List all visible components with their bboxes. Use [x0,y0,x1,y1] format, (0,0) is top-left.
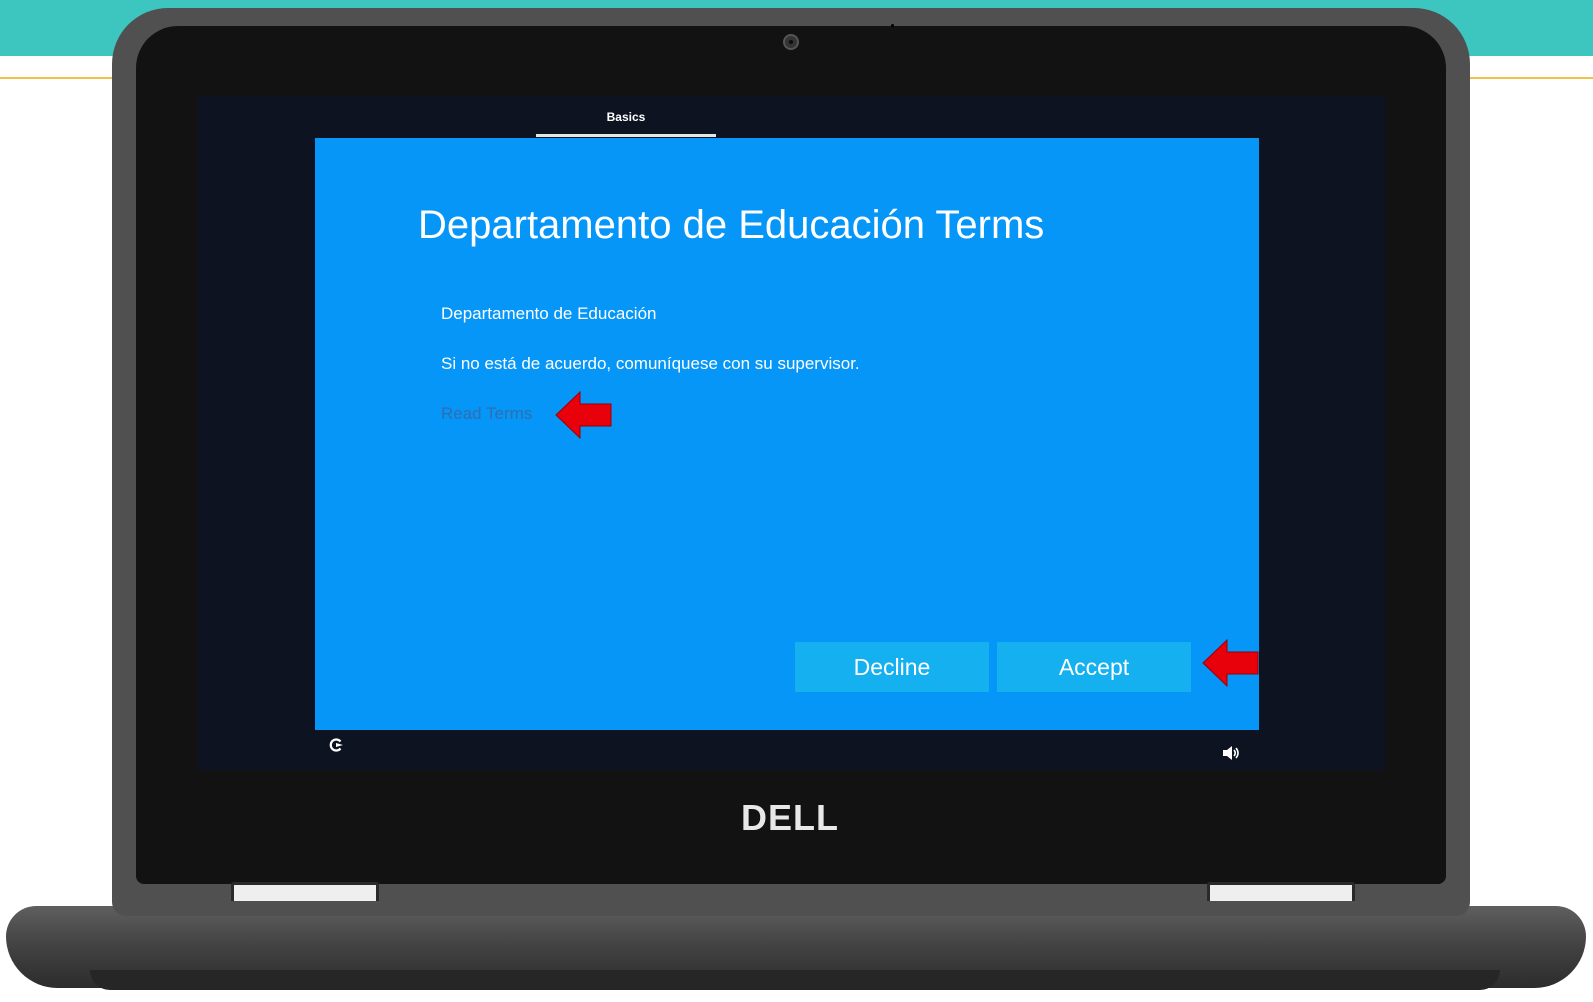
supervisor-notice: Si no está de acuerdo, comuníquese con s… [441,354,860,373]
accessibility-icon[interactable] [327,736,345,754]
light-sensor [891,24,894,27]
tab-active-indicator [536,134,716,137]
tab-basics: Basics [606,110,646,124]
arrow-pointer-icon [1202,638,1259,688]
hinge-left [231,882,379,901]
arrow-pointer-icon [555,390,612,440]
volume-icon[interactable] [1222,745,1240,761]
read-terms-link[interactable]: Read Terms [441,404,532,424]
accept-button[interactable]: Accept [997,642,1191,692]
laptop-base-front [90,970,1500,990]
webcam-icon [783,34,799,50]
decline-button[interactable]: Decline [795,642,989,692]
page-title: Departamento de Educación Terms [418,203,1045,247]
organization-text: Departamento de Educación [441,304,657,323]
hinge-right [1207,882,1355,901]
dell-logo: DELL [741,797,839,838]
